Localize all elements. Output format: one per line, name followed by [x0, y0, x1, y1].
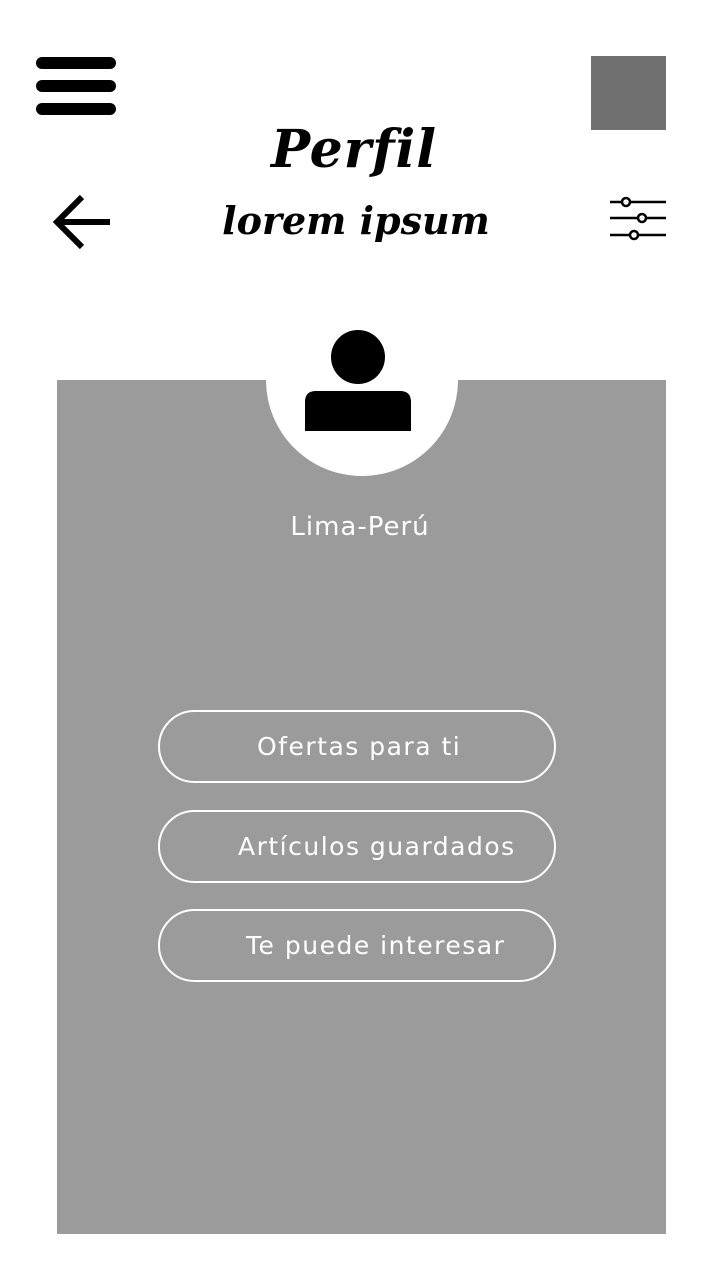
sliders-filter-icon	[610, 196, 666, 241]
recommendations-button[interactable]: Te puede interesar	[158, 909, 556, 982]
menu-bar-top	[36, 57, 116, 69]
back-button[interactable]	[52, 192, 114, 252]
offers-button[interactable]: Ofertas para ti	[158, 710, 556, 783]
offers-button-label: Ofertas para ti	[257, 732, 462, 761]
user-icon	[305, 330, 411, 431]
profile-location: Lima-Perú	[290, 512, 430, 542]
page-title: Perfil	[270, 119, 438, 180]
filter-button[interactable]	[608, 194, 668, 244]
menu-button[interactable]	[36, 57, 116, 117]
saved-articles-button-label: Artículos guardados	[238, 832, 516, 861]
saved-articles-button[interactable]: Artículos guardados	[158, 810, 556, 883]
menu-bar-bottom	[36, 103, 116, 115]
recommendations-button-label: Te puede interesar	[246, 931, 506, 960]
menu-bar-middle	[36, 80, 116, 92]
arrow-left-icon	[52, 194, 110, 250]
